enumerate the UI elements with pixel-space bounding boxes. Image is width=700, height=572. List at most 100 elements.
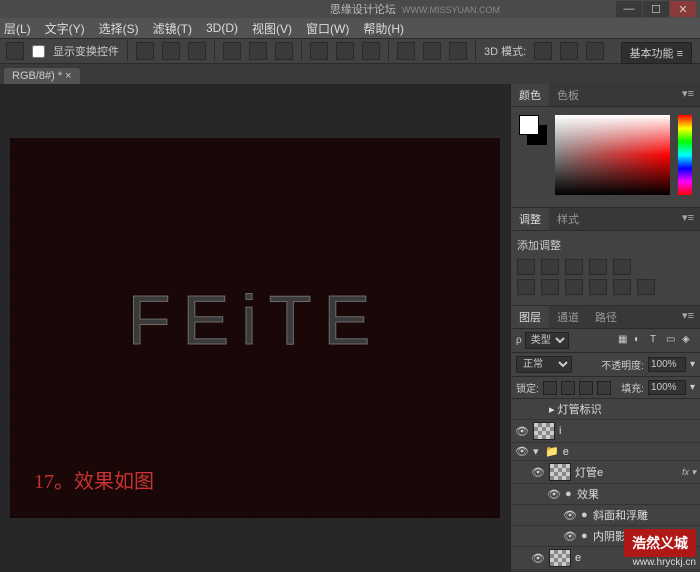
visibility-icon[interactable]: 👁 xyxy=(515,425,529,438)
align-icon[interactable] xyxy=(249,42,267,60)
window-titlebar: 思缘设计论坛 WWW.MISSYUAN.COM — ☐ ✕ xyxy=(0,0,700,18)
opacity-dropdown-icon[interactable]: ▾ xyxy=(690,359,695,370)
layer-name[interactable]: ▸ 灯管标识 xyxy=(549,401,696,417)
canvas[interactable]: FEiTE 17。效果如图 xyxy=(10,138,500,518)
align-icon[interactable] xyxy=(136,42,154,60)
fill-value[interactable]: 100% xyxy=(648,380,686,395)
bw-icon[interactable] xyxy=(565,279,583,295)
align-icon[interactable] xyxy=(188,42,206,60)
layer-row[interactable]: 👁●效果 xyxy=(511,484,700,505)
align-icon[interactable] xyxy=(162,42,180,60)
filter-kind-icon[interactable]: ρ xyxy=(516,335,522,346)
close-button[interactable]: ✕ xyxy=(670,1,696,17)
color-picker[interactable] xyxy=(555,115,670,195)
layer-row[interactable]: 👁e xyxy=(511,547,700,570)
visibility-icon[interactable]: 👁 xyxy=(563,509,577,522)
maximize-button[interactable]: ☐ xyxy=(643,1,669,17)
levels-icon[interactable] xyxy=(541,259,559,275)
filter-shape-icon[interactable]: ▭ xyxy=(666,334,679,347)
visibility-icon[interactable]: 👁 xyxy=(547,488,561,501)
folder-arrow-icon[interactable]: ▾ xyxy=(533,445,541,458)
tab-adjustments[interactable]: 调整 xyxy=(511,208,549,230)
layer-name[interactable]: i xyxy=(559,425,696,437)
distribute-icon[interactable] xyxy=(362,42,380,60)
exposure-icon[interactable] xyxy=(589,259,607,275)
panel-menu-icon[interactable]: ▾≡ xyxy=(676,306,700,328)
filter-smart-icon[interactable]: ◈ xyxy=(682,334,695,347)
layer-row[interactable]: 👁●内阴影 xyxy=(511,526,700,547)
layer-row[interactable]: 👁●斜面和浮雕 xyxy=(511,505,700,526)
menu-3d[interactable]: 3D(D) xyxy=(206,21,238,35)
vibrance-icon[interactable] xyxy=(613,259,631,275)
3d-mode-icon[interactable] xyxy=(534,42,552,60)
show-transform-checkbox[interactable] xyxy=(32,45,45,58)
layer-name[interactable]: 效果 xyxy=(577,486,696,502)
brightness-icon[interactable] xyxy=(517,259,535,275)
tab-layers[interactable]: 图层 xyxy=(511,306,549,328)
lock-position-icon[interactable] xyxy=(579,381,593,395)
menu-help[interactable]: 帮助(H) xyxy=(363,20,404,37)
layer-name[interactable]: e xyxy=(575,552,696,564)
tab-paths[interactable]: 路径 xyxy=(587,306,625,328)
filter-text-icon[interactable]: T xyxy=(650,334,663,347)
tab-color[interactable]: 颜色 xyxy=(511,84,549,106)
workspace-selector[interactable]: 基本功能 ≡ xyxy=(621,42,692,64)
hue-icon[interactable] xyxy=(517,279,535,295)
minimize-button[interactable]: — xyxy=(616,1,642,17)
visibility-icon[interactable]: 👁 xyxy=(515,445,529,458)
menu-filter[interactable]: 滤镜(T) xyxy=(153,20,192,37)
canvas-area[interactable]: FEiTE 17。效果如图 xyxy=(0,84,510,572)
filter-adjust-icon[interactable]: ◐ xyxy=(634,334,647,347)
balance-icon[interactable] xyxy=(541,279,559,295)
layer-name[interactable]: 斜面和浮雕 xyxy=(593,507,696,523)
folder-icon: 📁 xyxy=(545,445,559,458)
menu-view[interactable]: 视图(V) xyxy=(252,20,292,37)
menu-layer[interactable]: 层(L) xyxy=(4,20,31,37)
visibility-icon[interactable]: 👁 xyxy=(531,552,545,565)
distribute-icon[interactable] xyxy=(310,42,328,60)
adjustments-panel: 调整 样式 ▾≡ 添加调整 xyxy=(511,208,700,306)
align-icon[interactable] xyxy=(223,42,241,60)
photo-filter-icon[interactable] xyxy=(589,279,607,295)
panel-menu-icon[interactable]: ▾≡ xyxy=(676,84,700,106)
distribute-icon[interactable] xyxy=(449,42,467,60)
visibility-icon[interactable]: 👁 xyxy=(563,530,577,543)
blend-mode-select[interactable]: 正常 xyxy=(516,356,572,373)
layer-name[interactable]: 灯管e xyxy=(575,464,678,480)
tab-channels[interactable]: 通道 xyxy=(549,306,587,328)
fill-dropdown-icon[interactable]: ▾ xyxy=(690,382,695,393)
layer-name[interactable]: e xyxy=(563,446,696,458)
visibility-icon[interactable]: 👁 xyxy=(531,466,545,479)
foreground-swatch[interactable] xyxy=(519,115,539,135)
layer-row[interactable]: 👁i xyxy=(511,420,700,443)
filter-kind-select[interactable]: 类型 xyxy=(525,332,569,349)
layer-name[interactable]: 内阴影 xyxy=(593,528,696,544)
menu-text[interactable]: 文字(Y) xyxy=(45,20,85,37)
mixer-icon[interactable] xyxy=(613,279,631,295)
opacity-value[interactable]: 100% xyxy=(648,357,686,372)
tab-styles[interactable]: 样式 xyxy=(549,208,587,230)
tool-preset-icon[interactable] xyxy=(6,42,24,60)
lookup-icon[interactable] xyxy=(637,279,655,295)
document-tab[interactable]: RGB/8#) * × xyxy=(4,68,80,84)
lock-all-icon[interactable] xyxy=(597,381,611,395)
panel-menu-icon[interactable]: ▾≡ xyxy=(676,208,700,230)
lock-pixels-icon[interactable] xyxy=(561,381,575,395)
filter-pixel-icon[interactable]: ▦ xyxy=(618,334,631,347)
tab-swatches[interactable]: 色板 xyxy=(549,84,587,106)
distribute-icon[interactable] xyxy=(336,42,354,60)
curves-icon[interactable] xyxy=(565,259,583,275)
layer-row[interactable]: ▸ 灯管标识 xyxy=(511,399,700,420)
3d-mode-icon[interactable] xyxy=(560,42,578,60)
layer-row[interactable]: 👁 灯管e fx ▾ xyxy=(511,461,700,484)
distribute-icon[interactable] xyxy=(423,42,441,60)
hue-slider[interactable] xyxy=(678,115,692,195)
fx-badge[interactable]: fx ▾ xyxy=(682,467,696,478)
menu-select[interactable]: 选择(S) xyxy=(99,20,139,37)
align-icon[interactable] xyxy=(275,42,293,60)
3d-mode-icon[interactable] xyxy=(586,42,604,60)
distribute-icon[interactable] xyxy=(397,42,415,60)
layer-row[interactable]: 👁 ▾ 📁 e xyxy=(511,443,700,461)
menu-window[interactable]: 窗口(W) xyxy=(306,20,349,37)
lock-transparent-icon[interactable] xyxy=(543,381,557,395)
